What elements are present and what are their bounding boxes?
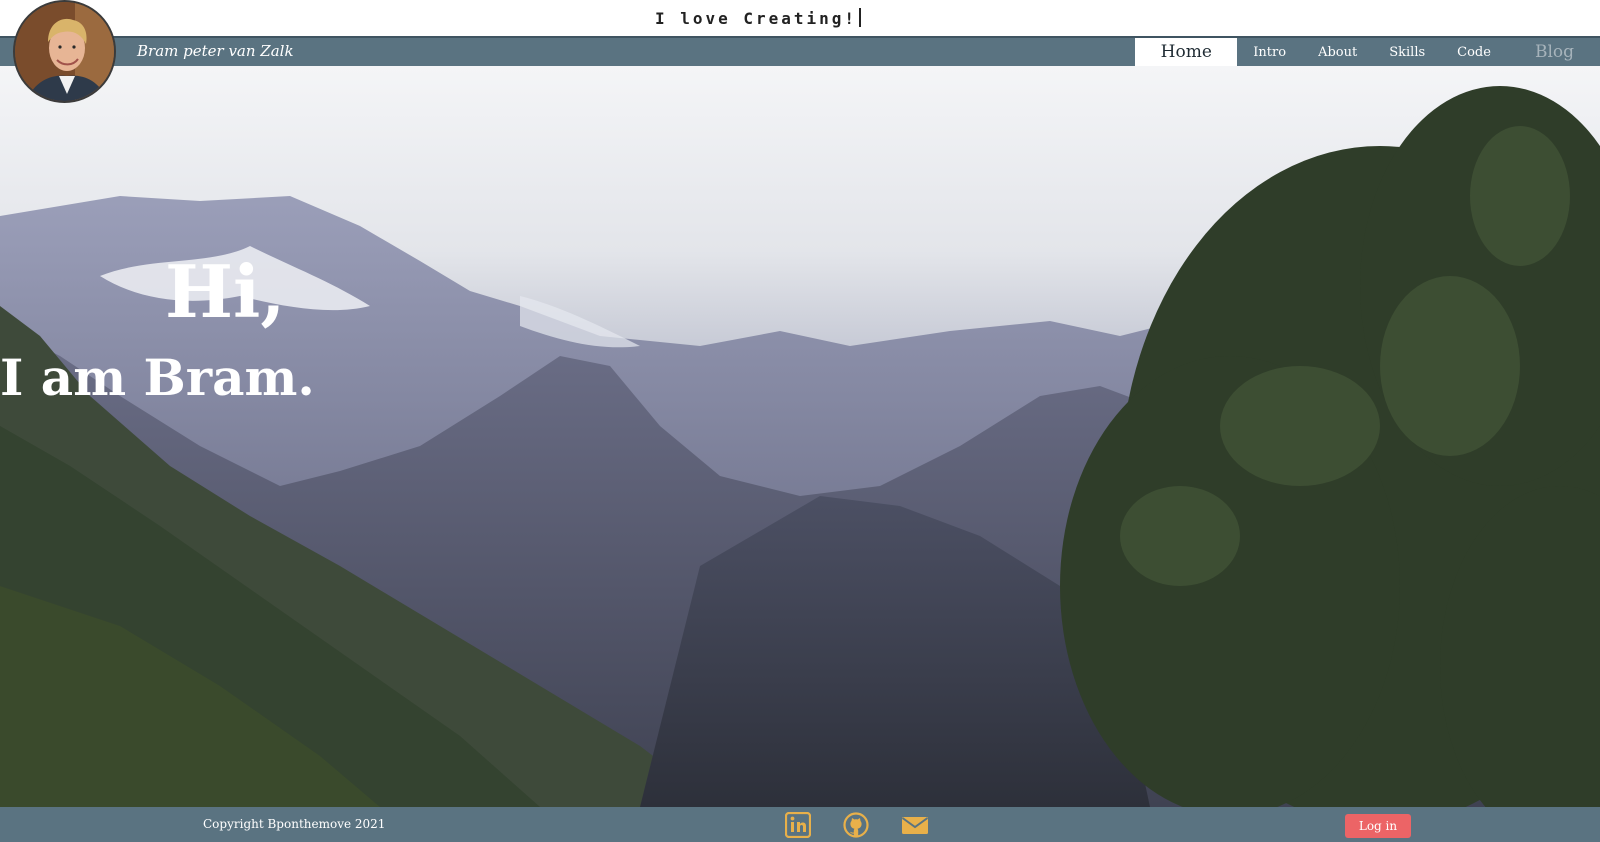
- login-button[interactable]: Log in: [1345, 814, 1411, 838]
- main-nav: Home Intro About Skills Code Blog: [1135, 38, 1600, 66]
- mountain-landscape-image: [0, 86, 1600, 807]
- github-icon[interactable]: [843, 812, 869, 838]
- hero-greeting: Hi,: [165, 249, 286, 334]
- linkedin-icon[interactable]: [784, 811, 812, 839]
- top-bar: I love Creating!: [0, 0, 1600, 36]
- nav-item-home[interactable]: Home: [1135, 38, 1238, 66]
- navbar: Bram peter van Zalk Home Intro About Ski…: [0, 36, 1600, 66]
- profile-avatar: [13, 0, 116, 103]
- hero-intro: I am Bram.: [0, 348, 315, 407]
- hero-section: Hi, I am Bram.: [0, 66, 1600, 807]
- text-cursor: [859, 8, 862, 27]
- copyright-text: Copyright Bponthemove 2021: [203, 817, 386, 831]
- nav-item-skills[interactable]: Skills: [1373, 38, 1441, 66]
- nav-item-intro[interactable]: Intro: [1237, 38, 1302, 66]
- tagline-text: I love Creating!: [654, 9, 858, 28]
- brand-name[interactable]: Bram peter van Zalk: [137, 42, 294, 60]
- tagline: I love Creating!: [0, 8, 1516, 28]
- avatar-portrait: [15, 2, 114, 101]
- nav-item-code[interactable]: Code: [1441, 38, 1507, 66]
- nav-item-about[interactable]: About: [1302, 38, 1373, 66]
- footer: Copyright Bponthemove 2021 Log in: [0, 807, 1600, 842]
- mail-icon[interactable]: [901, 812, 929, 838]
- nav-item-blog[interactable]: Blog: [1507, 38, 1600, 66]
